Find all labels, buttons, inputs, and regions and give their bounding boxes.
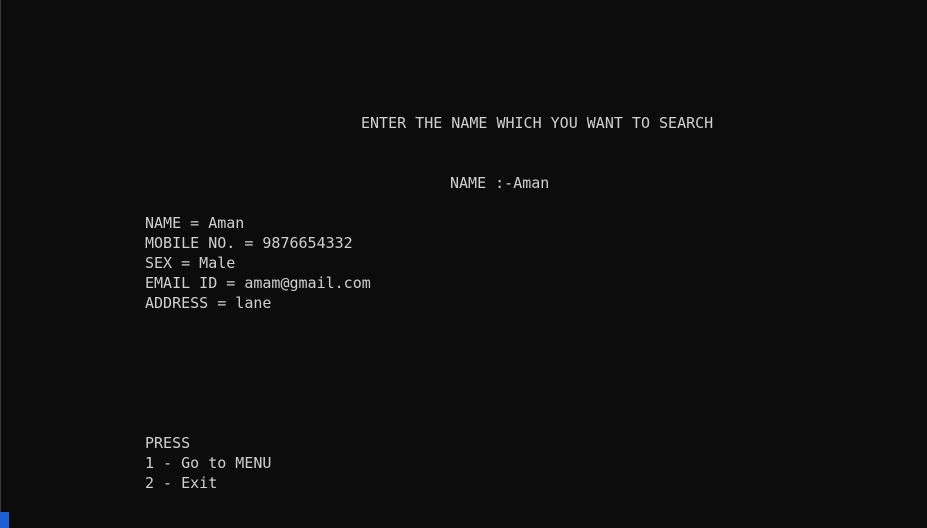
record-mobile: MOBILE NO. = 9876654332 (145, 234, 353, 252)
window-edge (0, 0, 1, 528)
menu-heading: PRESS (145, 434, 191, 452)
name-input-line: NAME :-Aman (450, 174, 550, 192)
text-cursor (0, 512, 9, 528)
menu-option-go-to-menu: 1 - Go to MENU (145, 454, 272, 472)
record-address: ADDRESS = lane (145, 294, 272, 312)
menu-option-exit: 2 - Exit (145, 474, 218, 492)
console-window[interactable]: ENTER THE NAME WHICH YOU WANT TO SEARCH … (0, 0, 927, 528)
record-name: NAME = Aman (145, 214, 245, 232)
search-prompt: ENTER THE NAME WHICH YOU WANT TO SEARCH (361, 114, 714, 132)
record-email: EMAIL ID = amam@gmail.com (145, 274, 371, 292)
record-sex: SEX = Male (145, 254, 236, 272)
